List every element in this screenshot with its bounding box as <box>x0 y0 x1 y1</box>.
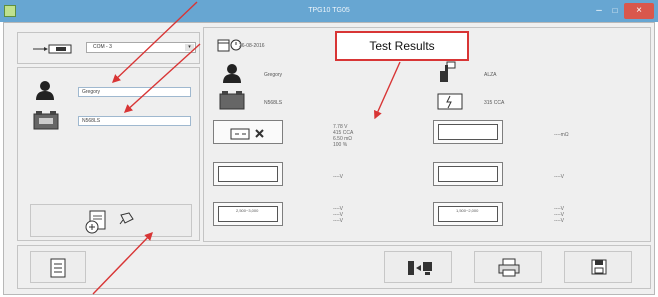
arrow-to-new-test <box>92 231 153 295</box>
arrow-to-customer-name <box>111 1 198 83</box>
arrow-to-battery-model <box>123 43 201 113</box>
arrow-to-test-results <box>374 61 401 120</box>
annotation-arrows <box>92 1 401 295</box>
